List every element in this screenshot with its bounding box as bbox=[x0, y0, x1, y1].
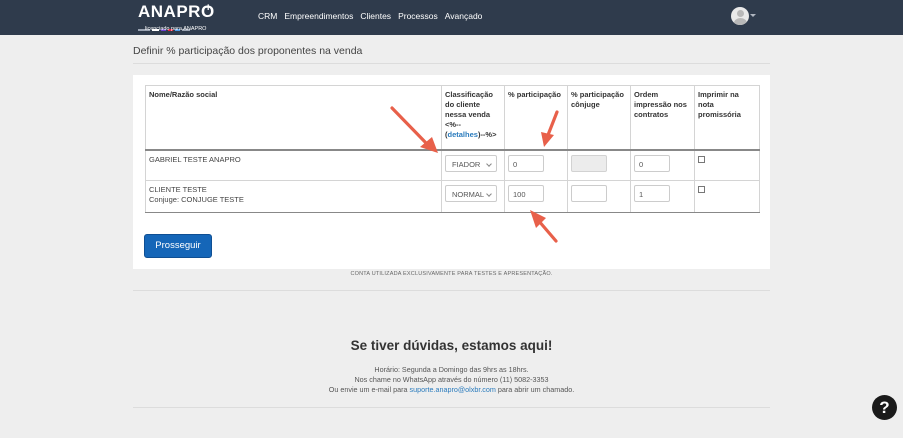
proceed-button[interactable]: Prosseguir bbox=[144, 234, 212, 258]
avatar-body bbox=[734, 18, 747, 25]
chevron-down-icon[interactable] bbox=[750, 14, 756, 17]
print-order-input[interactable]: 1 bbox=[634, 185, 670, 202]
row-print-cell bbox=[694, 149, 760, 181]
row-classification-cell: FIADOR bbox=[441, 149, 505, 181]
chevron-down-icon bbox=[486, 160, 492, 167]
classification-select[interactable]: NORMAL bbox=[445, 185, 497, 202]
participation-input[interactable]: 0 bbox=[508, 154, 544, 172]
help-email-pre: Ou envie um e-mail para bbox=[328, 385, 408, 394]
help-email-post: para abrir um chamado. bbox=[497, 385, 575, 394]
top-navbar: ANAPRO + licenciado para ANAPRO CRM Empr… bbox=[0, 0, 903, 35]
row-participation-cell: 100 bbox=[504, 180, 568, 213]
details-link[interactable]: detalhes bbox=[448, 130, 478, 139]
col-classification-label: Classificação do cliente nessa venda bbox=[445, 90, 493, 119]
col-print-order: Ordem impressão nos contratos bbox=[630, 85, 695, 151]
print-order-input[interactable]: 0 bbox=[634, 154, 670, 172]
help-info: Horário: Segunda a Domingo das 9hrs as 1… bbox=[0, 365, 903, 395]
spouse-participation-input[interactable] bbox=[571, 185, 607, 202]
participation-card: Nome/Razão social Classificação do clien… bbox=[133, 75, 770, 269]
help-title: Se tiver dúvidas, estamos aqui! bbox=[350, 338, 553, 353]
classification-select[interactable]: FIADOR bbox=[445, 154, 497, 172]
test-account-disclaimer: CONTA UTILIZADA EXCLUSIVAMENTE PARA TEST… bbox=[350, 271, 553, 277]
row-order-cell: 1 bbox=[630, 180, 695, 213]
nav-crm[interactable]: CRM bbox=[258, 10, 277, 22]
help-whatsapp: Nos chame no WhatsApp através do número … bbox=[354, 375, 549, 384]
footer-divider bbox=[133, 407, 770, 408]
nav-clientes[interactable]: Clientes bbox=[360, 10, 391, 22]
row-participation-cell: 0 bbox=[504, 149, 568, 181]
table-row: GABRIEL TESTE ANAPRO FIADOR 0 0 bbox=[145, 149, 760, 181]
help-email-line: Ou envie um e-mail para suporte.anapro@o… bbox=[0, 385, 903, 395]
col-name: Nome/Razão social bbox=[145, 85, 442, 151]
row-classification-cell: NORMAL bbox=[441, 180, 505, 213]
classification-value: FIADOR bbox=[452, 159, 481, 169]
logo-plus-icon: + bbox=[205, 2, 212, 14]
nav-empreendimentos[interactable]: Empreendimentos bbox=[284, 10, 353, 22]
spouse-participation-input[interactable] bbox=[571, 154, 607, 172]
user-avatar[interactable] bbox=[731, 7, 749, 25]
col-spouse-participation: % participação cônjuge bbox=[567, 85, 631, 151]
classification-value: NORMAL bbox=[452, 190, 485, 199]
row-name-cell: GABRIEL TESTE ANAPRO bbox=[145, 149, 442, 181]
section-divider bbox=[133, 290, 770, 291]
chevron-down-icon bbox=[486, 191, 492, 197]
row-print-cell bbox=[694, 180, 760, 213]
print-note-checkbox[interactable] bbox=[698, 155, 705, 163]
col-classification-comment-close: --%> bbox=[480, 130, 497, 139]
table-header-row: Nome/Razão social Classificação do clien… bbox=[145, 85, 760, 151]
col-classification-comment-open: <%-- bbox=[445, 120, 462, 129]
main-nav: CRM Empreendimentos Clientes Processos A… bbox=[258, 10, 482, 22]
nav-processos[interactable]: Processos bbox=[398, 10, 438, 22]
col-participation: % participação bbox=[504, 85, 568, 151]
logo-partners-strip bbox=[138, 21, 208, 31]
col-classification: Classificação do cliente nessa venda <%-… bbox=[441, 85, 505, 151]
spouse-name: Conjuge: CONJUGE TESTE bbox=[149, 195, 244, 204]
participation-input[interactable]: 100 bbox=[508, 185, 544, 202]
row-order-cell: 0 bbox=[630, 149, 695, 181]
nav-avancado[interactable]: Avançado bbox=[445, 10, 483, 22]
logo-text: ANAPRO bbox=[138, 2, 215, 21]
participation-table: Nome/Razão social Classificação do clien… bbox=[145, 85, 760, 213]
row-spouse-cell bbox=[567, 180, 631, 213]
print-note-checkbox[interactable] bbox=[698, 186, 705, 193]
client-name: CLIENTE TESTE bbox=[149, 185, 207, 194]
help-hours: Horário: Segunda a Domingo das 9hrs as 1… bbox=[374, 365, 529, 374]
client-name: GABRIEL TESTE ANAPRO bbox=[149, 154, 241, 164]
title-divider bbox=[133, 63, 770, 64]
page-title: Definir % participação dos proponentes n… bbox=[133, 45, 363, 57]
logo-subtitle: licenciado para ANAPRO bbox=[145, 26, 207, 32]
row-spouse-cell bbox=[567, 149, 631, 181]
table-row: CLIENTE TESTE Conjuge: CONJUGE TESTE NOR… bbox=[145, 180, 760, 213]
col-print-note: Imprimir na nota promissória bbox=[694, 85, 760, 151]
help-question-icon[interactable]: ? bbox=[872, 395, 897, 420]
row-name-cell: CLIENTE TESTE Conjuge: CONJUGE TESTE bbox=[145, 180, 442, 213]
avatar-head bbox=[737, 10, 744, 17]
support-email-link[interactable]: suporte.anapro@olxbr.com bbox=[409, 385, 495, 394]
anapro-logo[interactable]: ANAPRO + licenciado para ANAPRO bbox=[138, 3, 218, 34]
